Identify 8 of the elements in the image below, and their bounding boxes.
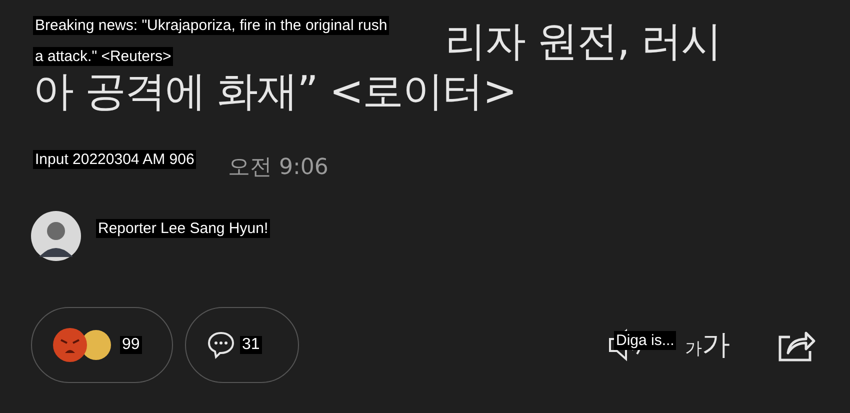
- translation-overlay: Reporter Lee Sang Hyun!: [96, 219, 270, 238]
- translation-overlay: Breaking news: "Ukrajaporiza, fire in the original rush: [33, 16, 390, 35]
- translation-overlay: a attack." <Reuters>: [33, 47, 174, 66]
- headline-text: 리자 원전, 러시: [445, 16, 722, 66]
- publish-time: 오전 9:06: [228, 154, 328, 182]
- translation-overlay: Diga is...: [614, 331, 676, 350]
- translation-overlay: Input 20220304 AM 906: [33, 150, 196, 169]
- headline-text: 아 공격에 화재” <로이터>: [33, 66, 516, 116]
